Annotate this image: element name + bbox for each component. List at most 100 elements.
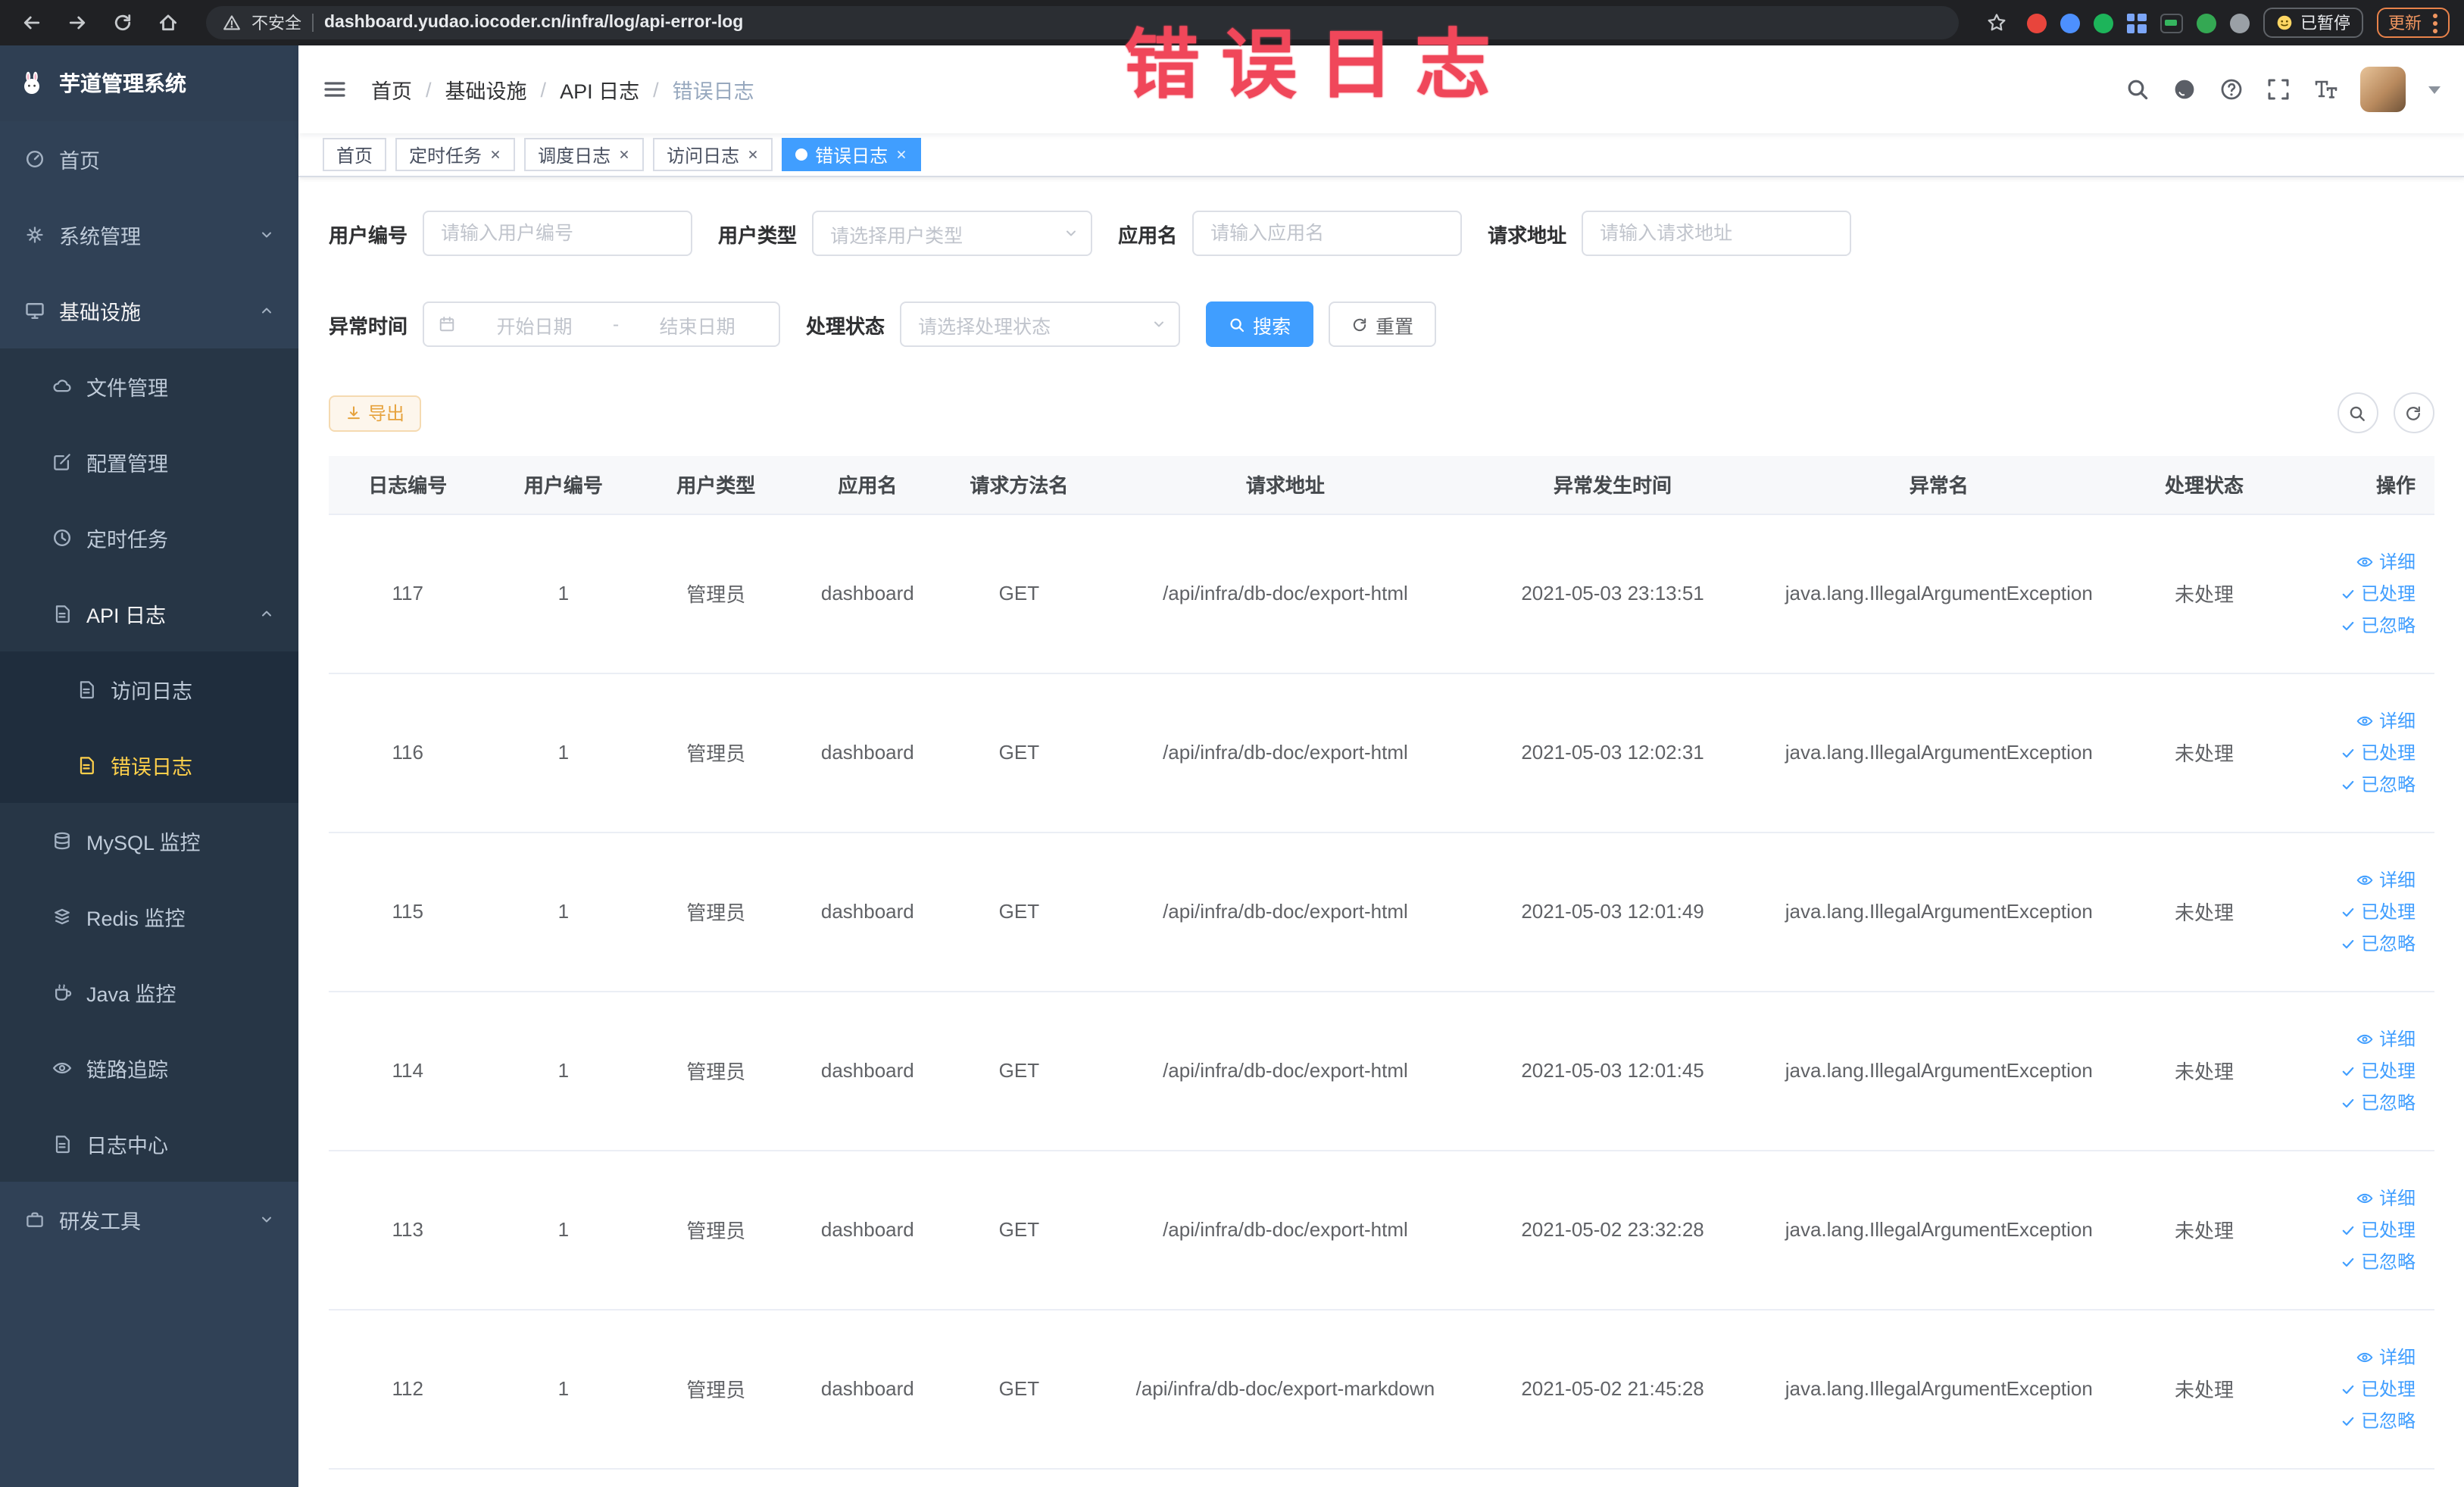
sidebar-item-config[interactable]: 配置管理 [0, 424, 298, 500]
ignored-link[interactable]: 已忽略 [2341, 612, 2416, 638]
breadcrumb-home[interactable]: 首页 [371, 74, 412, 105]
chevron-up-icon [259, 303, 274, 318]
app-name-input[interactable] [1192, 211, 1463, 256]
update-button[interactable]: 更新 [2376, 8, 2449, 38]
active-tab-dot [795, 148, 808, 161]
user-id-input[interactable] [423, 211, 693, 256]
sidebar-item-home[interactable]: 首页 [0, 121, 298, 197]
tab-scheduled-task[interactable]: 定时任务 [395, 138, 516, 171]
detail-link[interactable]: 详细 [2356, 1185, 2416, 1211]
sidebar-item-error-log[interactable]: 错误日志 [0, 727, 298, 803]
tab-dispatch-log[interactable]: 调度日志 [524, 138, 645, 171]
help-icon[interactable] [2219, 77, 2243, 102]
sidebar-item-log-center[interactable]: 日志中心 [0, 1106, 298, 1182]
sidebar-collapse-icon[interactable] [323, 77, 347, 102]
detail-link[interactable]: 详细 [2356, 1344, 2416, 1370]
date-range-picker[interactable]: 开始日期 - 结束日期 [423, 301, 781, 347]
ignored-link[interactable]: 已忽略 [2341, 771, 2416, 797]
browser-reload-icon[interactable] [106, 6, 139, 39]
reset-button[interactable]: 重置 [1329, 301, 1437, 347]
sidebar-item-job[interactable]: 定时任务 [0, 500, 298, 576]
browser-home-icon[interactable] [151, 6, 185, 39]
smiley-face-icon [2275, 14, 2293, 32]
export-button[interactable]: 导出 [329, 395, 422, 431]
ignored-link[interactable]: 已忽略 [2341, 1089, 2416, 1115]
extension-icon-2[interactable] [2060, 13, 2079, 33]
eye-icon [2356, 870, 2375, 889]
sidebar-item-api-log[interactable]: API 日志 [0, 576, 298, 651]
filter-app-name: 应用名 [1118, 211, 1463, 256]
sidebar-item-file[interactable]: 文件管理 [0, 348, 298, 424]
extension-icon-3[interactable] [2093, 13, 2113, 33]
table-row: 115 1 管理员 dashboard GET /api/infra/db-do… [329, 832, 2434, 992]
sidebar-item-redis[interactable]: Redis 监控 [0, 879, 298, 954]
eye-icon [2356, 1029, 2375, 1048]
extension-icon-on[interactable] [2160, 13, 2182, 33]
extension-icon-4[interactable] [2126, 13, 2146, 33]
sidebar-item-dev-tools[interactable]: 研发工具 [0, 1182, 298, 1257]
github-icon[interactable] [2172, 77, 2196, 102]
tab-home[interactable]: 首页 [323, 138, 387, 171]
close-icon[interactable] [747, 148, 759, 161]
sidebar-item-infra[interactable]: 基础设施 [0, 273, 298, 348]
detail-link[interactable]: 详细 [2356, 708, 2416, 733]
sidebar-item-trace[interactable]: 链路追踪 [0, 1030, 298, 1106]
table-row: 114 1 管理员 dashboard GET /api/infra/db-do… [329, 991, 2434, 1151]
processed-link[interactable]: 已处理 [2341, 898, 2416, 924]
sidebar-item-access-log[interactable]: 访问日志 [0, 651, 298, 727]
avatar[interactable] [2359, 67, 2405, 112]
processed-link[interactable]: 已处理 [2341, 580, 2416, 606]
font-size-icon[interactable] [2313, 77, 2337, 102]
tab-access-log[interactable]: 访问日志 [653, 138, 773, 171]
paused-badge[interactable]: 已暂停 [2263, 8, 2363, 38]
processed-link[interactable]: 已处理 [2341, 739, 2416, 765]
ignored-link[interactable]: 已忽略 [2341, 1248, 2416, 1274]
close-icon[interactable] [618, 148, 630, 161]
search-icon[interactable] [2125, 77, 2149, 102]
close-icon[interactable] [489, 148, 501, 161]
browser-forward-icon[interactable] [61, 6, 94, 39]
processed-link[interactable]: 已处理 [2341, 1057, 2416, 1083]
filter-row-2: 异常时间 开始日期 - 结束日期 处理状态 请选择处理状态 搜索 重置 [329, 301, 2434, 347]
sidebar-item-java[interactable]: Java 监控 [0, 954, 298, 1030]
process-status-select[interactable]: 请选择处理状态 [900, 301, 1181, 347]
tab-error-log[interactable]: 错误日志 [782, 138, 922, 171]
trace-icon [52, 1057, 73, 1079]
extension-icon-1[interactable] [2026, 13, 2046, 33]
toggle-search-button[interactable] [2337, 392, 2378, 433]
extension-icon-5[interactable] [2196, 13, 2216, 33]
breadcrumb-api-log[interactable]: API 日志 [560, 74, 639, 105]
sidebar-item-system[interactable]: 系统管理 [0, 197, 298, 273]
browser-back-icon[interactable] [15, 6, 48, 39]
breadcrumb-infra[interactable]: 基础设施 [445, 74, 527, 105]
bookmark-star-icon[interactable] [1979, 6, 2013, 39]
detail-link[interactable]: 详细 [2356, 1026, 2416, 1051]
col-log-id: 日志编号 [329, 456, 487, 514]
detail-link[interactable]: 详细 [2356, 548, 2416, 574]
java-icon [52, 982, 73, 1003]
search-button[interactable]: 搜索 [1206, 301, 1314, 347]
request-url-input[interactable] [1582, 211, 1852, 256]
processed-link[interactable]: 已处理 [2341, 1217, 2416, 1242]
breadcrumb: 首页 / 基础设施 / API 日志 / 错误日志 [371, 74, 754, 105]
detail-link[interactable]: 详细 [2356, 867, 2416, 892]
user-type-select[interactable]: 请选择用户类型 [812, 211, 1093, 256]
col-exception-time: 异常发生时间 [1476, 456, 1750, 514]
file-manage-icon [52, 376, 73, 397]
logo-image [24, 71, 39, 94]
logo: 芋道管理系统 [0, 45, 298, 121]
end-date-placeholder: 结束日期 [659, 316, 735, 337]
ignored-link[interactable]: 已忽略 [2341, 1407, 2416, 1433]
refresh-table-button[interactable] [2393, 392, 2434, 433]
sidebar-item-mysql[interactable]: MySQL 监控 [0, 803, 298, 879]
table-toolbar: 导出 [329, 392, 2434, 433]
extension-icon-6[interactable] [2229, 13, 2249, 33]
breadcrumb-separator: / [426, 78, 432, 101]
api-log-icon [52, 603, 73, 624]
processed-link[interactable]: 已处理 [2341, 1376, 2416, 1401]
ignored-link[interactable]: 已忽略 [2341, 930, 2416, 956]
close-icon[interactable] [895, 148, 907, 161]
caret-down-icon[interactable] [2428, 86, 2440, 93]
fullscreen-icon[interactable] [2266, 77, 2290, 102]
address-bar[interactable]: 不安全 dashboard.yudao.iocoder.cn/infra/log… [206, 6, 1958, 39]
